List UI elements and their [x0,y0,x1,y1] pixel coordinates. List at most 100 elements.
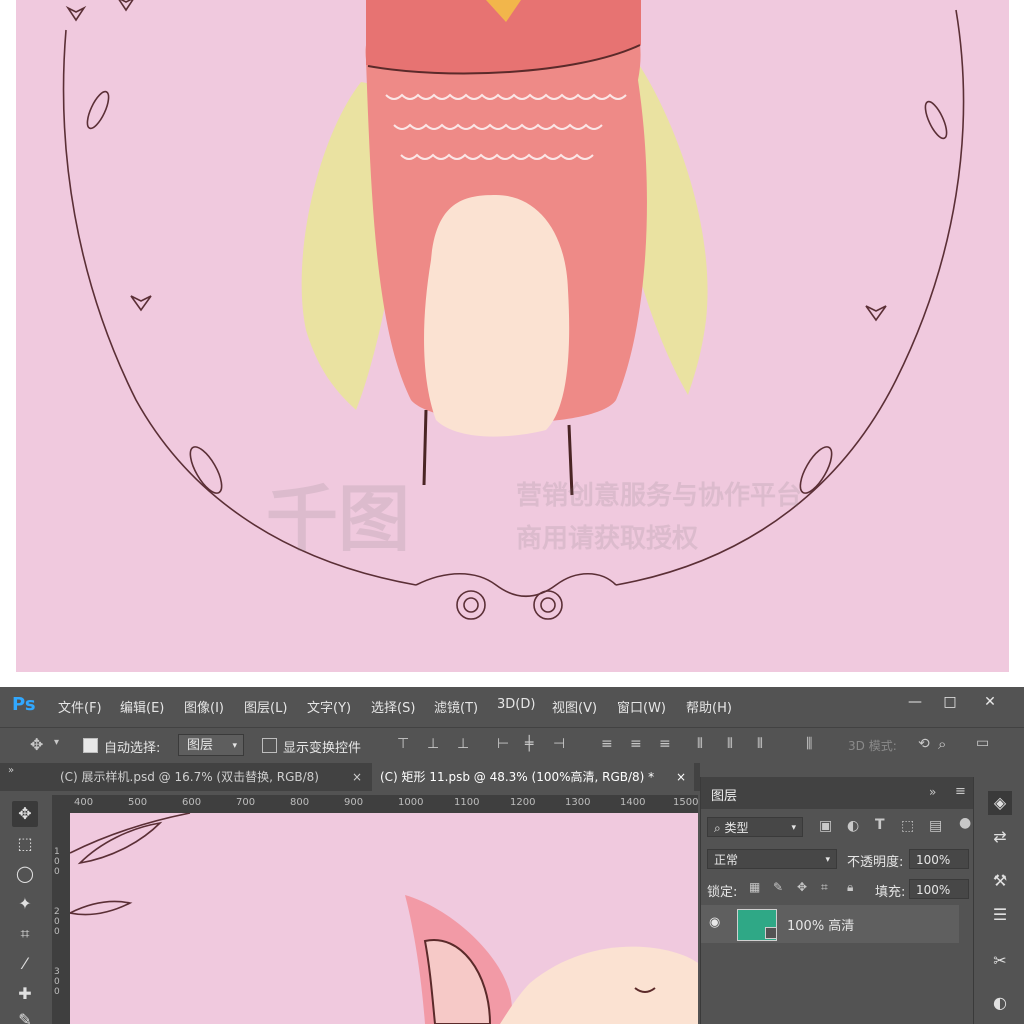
lock-position-icon[interactable]: ✥ [797,880,807,894]
distribute-hcenter-icon[interactable]: ⫴ [727,736,733,752]
ruler-tick: 600 [182,797,202,808]
close-icon[interactable]: × [352,763,362,791]
magic-wand-icon[interactable]: ✦ [12,891,38,917]
tab-showcase-doc[interactable]: (C) 展示样机.psd @ 16.7% (双击替换, RGB/8) × [52,763,370,791]
distribute-left-icon[interactable]: ⫴ [697,736,703,752]
move-tool-icon[interactable]: ✥ [12,801,38,827]
color-icon[interactable]: ◐ [988,991,1012,1015]
panel-menu-icon[interactable]: ≡ [955,784,966,799]
auto-align-icon[interactable]: ⫼ [806,736,812,752]
align-top-icon[interactable]: ⊤ [397,736,409,752]
menu-3d[interactable]: 3D(D) [497,697,535,712]
menu-layer[interactable]: 图层(L) [244,697,287,716]
menu-file[interactable]: 文件(F) [58,697,102,716]
filter-type-icon[interactable]: T [875,817,885,833]
fill-field[interactable]: 100% [909,879,969,899]
layer-row[interactable]: ◉ 100% 高清 [701,905,959,943]
close-button[interactable]: ✕ [975,691,1005,713]
marquee-tool-icon[interactable]: ⬚ [12,831,38,857]
lock-artboard-icon[interactable]: ⌗ [821,880,828,895]
bird-illustration [62,0,965,620]
ruler-tick: 1500 [673,797,699,808]
opacity-field[interactable]: 100% [909,849,969,869]
close-icon[interactable]: × [676,763,686,791]
history-icon[interactable]: ⇄ [988,825,1012,849]
menu-filter[interactable]: 滤镜(T) [434,697,478,716]
ruler-tick: 1300 [565,797,591,808]
filter-pixel-icon[interactable]: ▣ [819,818,832,834]
lock-pixels-icon[interactable]: ✎ [773,880,783,894]
watermark-logo-text: 千图 [266,477,411,561]
align-hcenter-icon[interactable]: ╪ [525,736,533,752]
distribute-bottom-icon[interactable]: ≡ [659,736,671,752]
vertical-ruler[interactable]: 100 200 300 [52,813,70,1024]
healing-brush-icon[interactable]: ✚ [12,981,38,1007]
chevron-down-icon[interactable]: ▾ [54,737,59,748]
lasso-tool-icon[interactable]: ◯ [12,861,38,887]
watermark-line-1: 营销创意服务与协作平台 [516,481,803,511]
blend-mode-dropdown[interactable]: 正常 ▾ [707,849,837,869]
filter-smart-object-icon[interactable]: ▤ [929,818,942,834]
menu-view[interactable]: 视图(V) [552,697,597,716]
tool-presets-icon[interactable]: ⚒ [988,869,1012,893]
distribute-top-icon[interactable]: ≡ [601,736,613,752]
ruler-tick: 500 [128,797,148,808]
workspace-icon[interactable]: ▭ [976,735,989,751]
layers-panel-title[interactable]: 图层 [711,785,737,804]
orbit-3d-icon[interactable]: ⟲ [918,736,930,752]
filter-shape-icon[interactable]: ⬚ [901,818,914,834]
photoshop-logo: Ps [12,694,36,715]
align-left-icon[interactable]: ⊢ [497,736,509,752]
panel-collapse-icon[interactable]: » [8,765,14,776]
panel-expand-icon[interactable]: » [929,785,936,799]
layer-filter-dropdown[interactable]: ⌕ 类型 ▾ [707,817,803,837]
ruler-tick: 100 [54,847,60,877]
horizontal-ruler[interactable]: 400 500 600 700 800 900 1000 1100 1200 1… [70,795,698,813]
menu-type[interactable]: 文字(Y) [307,697,351,716]
show-transform-checkbox[interactable] [262,738,277,753]
layers-panel: 图层 » ≡ ⌕ 类型 ▾ ▣ ◐ T ⬚ ▤ ● 正常 ▾ 不透明度: 100… [700,777,973,1024]
align-right-icon[interactable]: ⊣ [553,736,565,752]
show-transform-label: 显示变换控件 [283,741,362,756]
mode-3d-label: 3D 模式: [848,739,897,753]
eyedropper-icon[interactable]: ⁄ [12,951,38,977]
filter-adjustment-icon[interactable]: ◐ [847,818,859,834]
adjustments-icon[interactable]: ☰ [988,903,1012,927]
maximize-button[interactable]: □ [935,691,965,713]
tools-panel: ✥ ⬚ ◯ ✦ ⌗ ⁄ ✚ ✎ [0,793,52,1024]
photoshop-window: Ps 文件(F) 编辑(E) 图像(I) 图层(L) 文字(Y) 选择(S) 滤… [0,687,1024,1024]
options-bar: ✥ ▾ 自动选择: 图层 ▾ 显示变换控件 ⊤ ⊥ ⊥ ⊢ ╪ ⊣ ≡ ≡ ≡ … [0,727,1024,762]
scissors-icon[interactable]: ✂ [988,949,1012,973]
tab-rectangle-doc[interactable]: (C) 矩形 11.psb @ 48.3% (100%高清, RGB/8) * … [372,763,694,791]
align-bottom-icon[interactable]: ⊥ [457,736,469,752]
menu-edit[interactable]: 编辑(E) [120,697,164,716]
ruler-tick: 1000 [398,797,424,808]
minimize-button[interactable]: — [900,691,930,713]
brush-tool-icon[interactable]: ✎ [12,1007,38,1024]
layers-stack-icon[interactable]: ◈ [988,791,1012,815]
search-icon[interactable]: ⌕ [938,735,946,753]
auto-select-dropdown[interactable]: 图层 ▾ [178,734,244,756]
auto-select-checkbox[interactable] [83,738,98,753]
menu-image[interactable]: 图像(I) [184,697,224,716]
auto-select-label: 自动选择: [104,741,161,756]
filter-toggle-icon[interactable]: ● [959,815,971,831]
menu-window[interactable]: 窗口(W) [617,697,666,716]
align-vcenter-icon[interactable]: ⊥ [427,736,439,752]
ruler-tick: 900 [344,797,364,808]
fill-value: 100% [916,883,951,897]
opacity-value: 100% [916,853,951,867]
chevron-down-icon: ▾ [825,855,830,865]
ruler-tick: 1400 [620,797,646,808]
move-tool-icon[interactable]: ✥ [30,735,43,754]
menu-select[interactable]: 选择(S) [371,697,415,716]
menu-help[interactable]: 帮助(H) [686,697,732,716]
lock-all-icon[interactable]: 🔒︎ [847,880,853,895]
fill-label: 填充: [875,885,906,900]
lock-transparent-icon[interactable]: ▦ [749,880,760,894]
distribute-right-icon[interactable]: ⫴ [757,736,763,752]
document-canvas[interactable] [70,813,698,1024]
crop-tool-icon[interactable]: ⌗ [12,921,38,947]
eye-icon[interactable]: ◉ [709,915,720,930]
distribute-vcenter-icon[interactable]: ≡ [630,736,642,752]
